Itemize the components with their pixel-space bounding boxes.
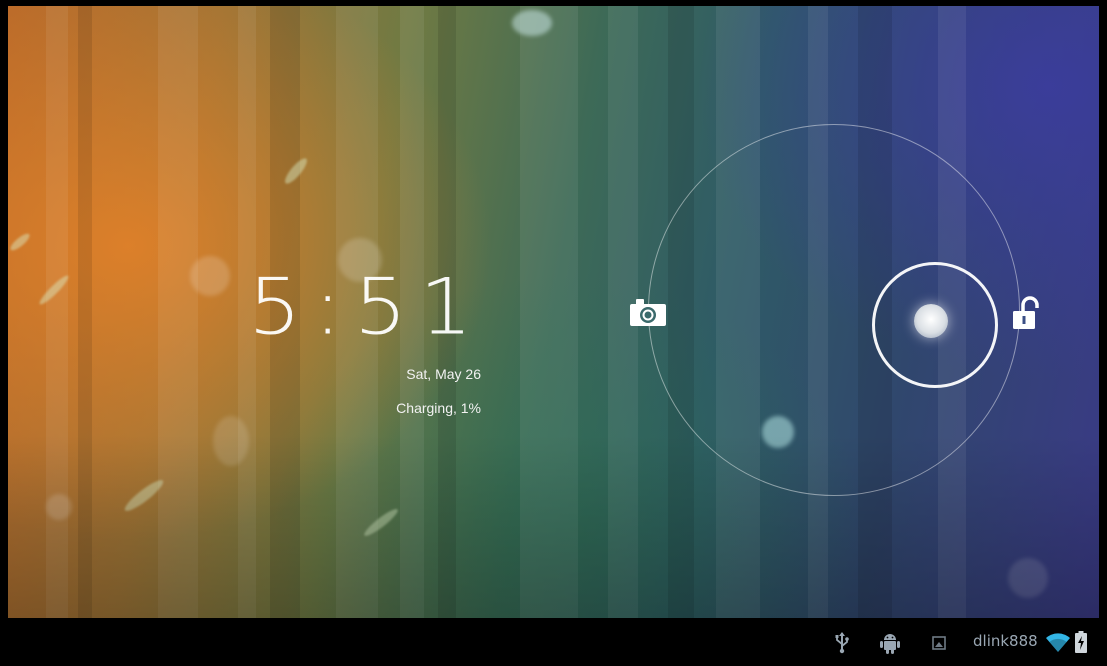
lock-screen: 5:51 Sat, May 26 Charging, 1% dlink888 bbox=[0, 0, 1107, 666]
android-debug-icon bbox=[880, 632, 900, 654]
lockscreen-date: Sat, May 26 bbox=[406, 366, 481, 382]
lockscreen-clock: 5:51 bbox=[248, 261, 485, 352]
camera-icon[interactable] bbox=[628, 296, 668, 328]
system-bar: dlink888 bbox=[0, 618, 1107, 666]
unlock-handle[interactable] bbox=[872, 262, 998, 388]
unlock-icon[interactable] bbox=[1010, 296, 1042, 332]
wifi-icon bbox=[1045, 633, 1071, 655]
wifi-network-name: dlink888 bbox=[973, 632, 1038, 650]
battery-charging-icon bbox=[1075, 631, 1087, 653]
charging-status: Charging, 1% bbox=[396, 400, 481, 416]
handle-dot bbox=[914, 304, 948, 338]
notification-icon bbox=[932, 636, 946, 658]
usb-icon bbox=[834, 632, 850, 654]
